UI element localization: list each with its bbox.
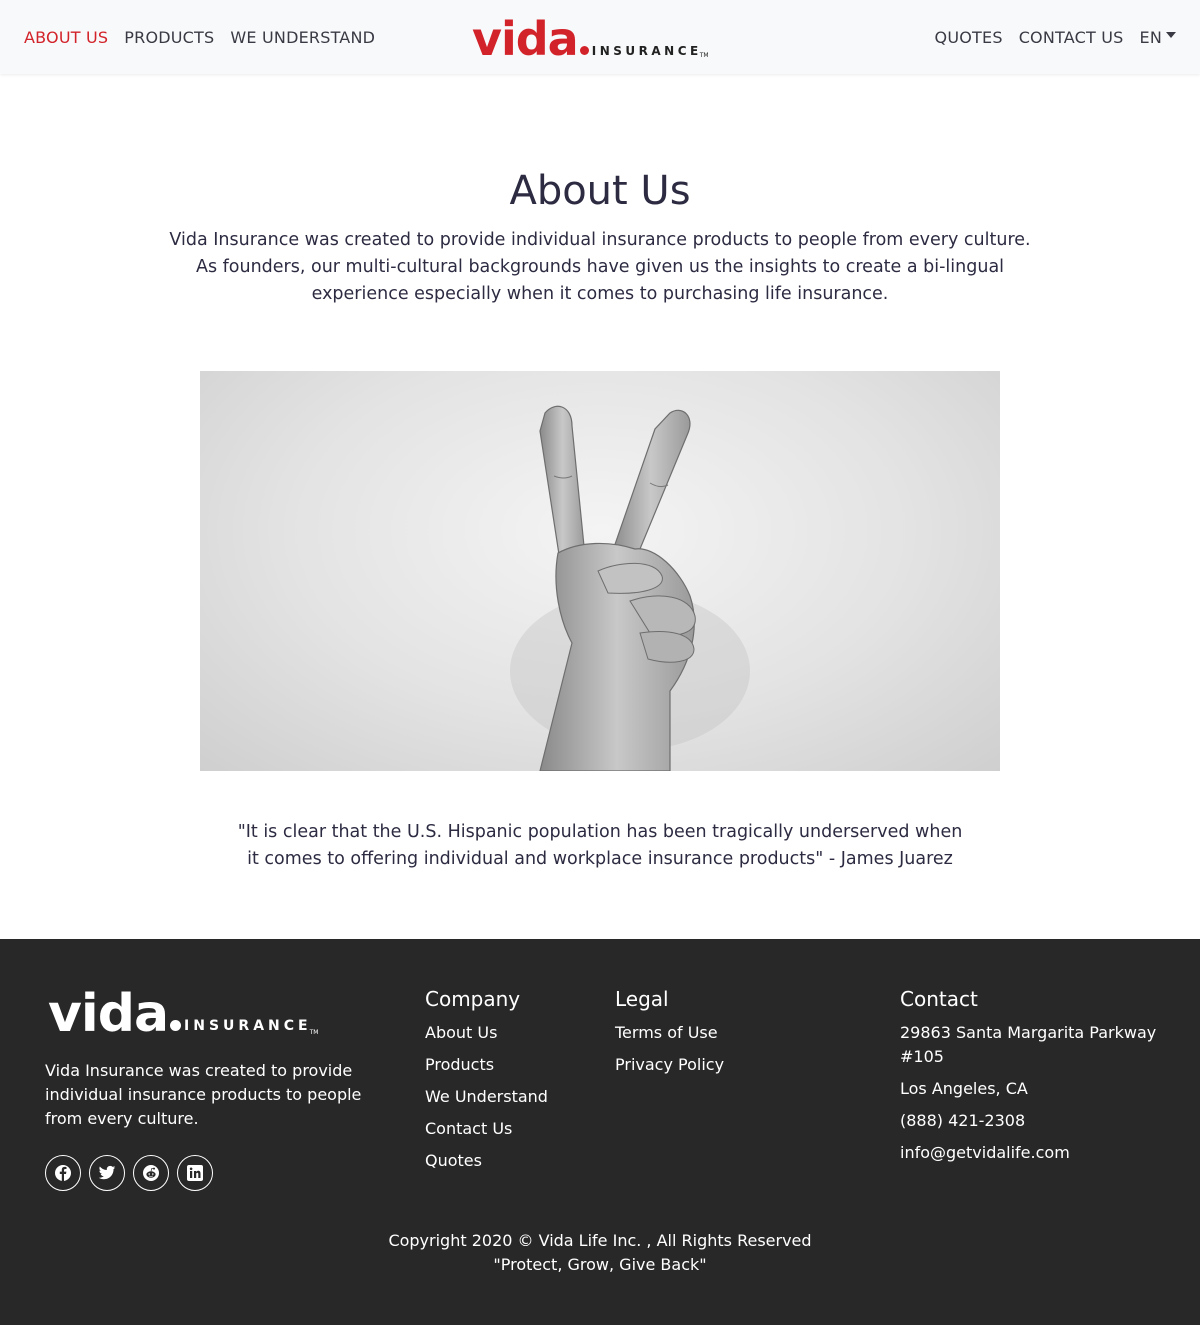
footer-logo-trademark: TM — [309, 1029, 319, 1036]
contact-city: Los Angeles, CA — [900, 1079, 1028, 1098]
copyright-text: Copyright 2020 © Vida Life Inc. , All Ri… — [388, 1231, 812, 1250]
language-label: EN — [1139, 27, 1162, 47]
footer-link-about-us[interactable]: About Us — [425, 1021, 548, 1045]
site-footer: vida INSURANCE TM Vida Insurance was cre… — [0, 939, 1200, 1325]
twitter-icon — [98, 1165, 116, 1180]
copyright-block: Copyright 2020 © Vida Life Inc. , All Ri… — [0, 1229, 1200, 1277]
nav-left-group: ABOUT US PRODUCTS WE UNDERSTAND — [24, 0, 375, 74]
language-dropdown[interactable]: EN — [1140, 28, 1176, 47]
contact-address: 29863 Santa Margarita Parkway #105 — [900, 1023, 1157, 1066]
hand-illustration — [510, 405, 750, 771]
footer-contact-column: Contact 29863 Santa Margarita Parkway #1… — [900, 987, 1160, 1173]
intro-paragraph: Vida Insurance was created to provide in… — [169, 230, 1031, 304]
facebook-icon — [55, 1165, 71, 1181]
facebook-button[interactable] — [45, 1155, 81, 1191]
footer-logo-subtitle: INSURANCE — [184, 1018, 312, 1034]
vida-insurance-logo[interactable]: vida INSURANCE TM — [472, 12, 709, 62]
footer-legal-column: Legal Terms of Use Privacy Policy — [615, 987, 724, 1085]
nav-right-group: QUOTES CONTACT US EN — [935, 0, 1176, 74]
linkedin-icon — [187, 1165, 203, 1181]
peace-sign-hand-image — [200, 371, 1000, 771]
footer-logo-wordmark: vida — [48, 984, 169, 1044]
contact-phone[interactable]: (888) 421-2308 — [900, 1109, 1160, 1133]
footer-link-we-understand[interactable]: We Understand — [425, 1085, 548, 1109]
top-navbar: ABOUT US PRODUCTS WE UNDERSTAND vida INS… — [0, 0, 1200, 74]
reddit-button[interactable] — [133, 1155, 169, 1191]
legal-heading: Legal — [615, 987, 669, 1011]
caret-down-icon — [1166, 32, 1176, 38]
founder-quote: "It is clear that the U.S. Hispanic popu… — [237, 822, 963, 869]
nav-products[interactable]: PRODUCTS — [124, 28, 214, 47]
footer-description: Vida Insurance was created to provide in… — [45, 1061, 362, 1128]
nav-contact-us[interactable]: CONTACT US — [1019, 28, 1124, 47]
footer-link-terms[interactable]: Terms of Use — [615, 1021, 724, 1045]
footer-link-contact-us[interactable]: Contact Us — [425, 1117, 548, 1141]
footer-link-privacy[interactable]: Privacy Policy — [615, 1053, 724, 1077]
page-title: About Us — [509, 168, 691, 214]
company-heading: Company — [425, 987, 521, 1011]
social-links — [45, 1155, 213, 1191]
logo-subtitle: INSURANCE — [591, 44, 702, 58]
twitter-button[interactable] — [89, 1155, 125, 1191]
reddit-icon — [143, 1165, 159, 1181]
contact-email[interactable]: info@getvidalife.com — [900, 1141, 1160, 1165]
footer-link-products[interactable]: Products — [425, 1053, 548, 1077]
company-tagline: "Protect, Grow, Give Back" — [493, 1255, 707, 1274]
nav-quotes[interactable]: QUOTES — [935, 28, 1003, 47]
footer-logo-dot — [170, 1020, 182, 1031]
footer-logo[interactable]: vida INSURANCE TM — [48, 984, 319, 1044]
logo-dot — [579, 46, 589, 55]
linkedin-button[interactable] — [177, 1155, 213, 1191]
nav-about-us[interactable]: ABOUT US — [24, 28, 108, 47]
logo-trademark: TM — [699, 52, 709, 59]
nav-we-understand[interactable]: WE UNDERSTAND — [230, 28, 375, 47]
footer-company-column: Company About Us Products We Understand … — [425, 987, 548, 1181]
logo-wordmark: vida — [472, 12, 579, 66]
contact-heading: Contact — [900, 987, 978, 1011]
footer-link-quotes[interactable]: Quotes — [425, 1149, 548, 1173]
